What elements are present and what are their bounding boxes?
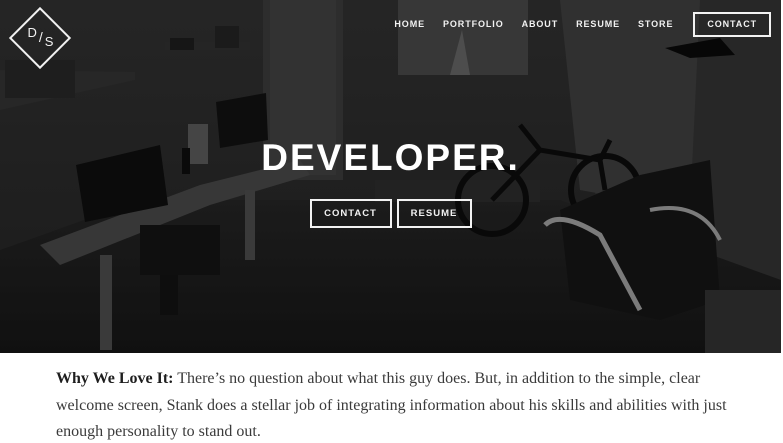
hero-contact-button[interactable]: CONTACT: [309, 199, 392, 228]
hero-buttons: CONTACT RESUME: [0, 199, 781, 228]
page: D / S HOME PORTFOLIO ABOUT RESUME STORE …: [0, 0, 783, 443]
logo-letter-s: S: [44, 34, 55, 49]
nav-portfolio[interactable]: PORTFOLIO: [443, 12, 504, 37]
hero-headline: DEVELOPER.: [261, 137, 520, 178]
main-nav: HOME PORTFOLIO ABOUT RESUME STORE CONTAC…: [394, 12, 771, 37]
hero-resume-button[interactable]: RESUME: [396, 199, 472, 228]
nav-contact-button[interactable]: CONTACT: [693, 12, 771, 37]
logo-letter-d: D: [27, 25, 38, 40]
logo-monogram: D / S: [13, 22, 69, 52]
caption-paragraph: Why We Love It: There’s no question abou…: [56, 366, 736, 443]
hero-section: D / S HOME PORTFOLIO ABOUT RESUME STORE …: [0, 0, 781, 353]
caption-lead: Why We Love It:: [56, 370, 174, 387]
nav-about[interactable]: ABOUT: [522, 12, 559, 37]
site-logo[interactable]: D / S: [0, 0, 82, 76]
logo-slash: /: [38, 29, 44, 45]
nav-store[interactable]: STORE: [638, 12, 673, 37]
nav-home[interactable]: HOME: [394, 12, 425, 37]
nav-resume[interactable]: RESUME: [576, 12, 620, 37]
